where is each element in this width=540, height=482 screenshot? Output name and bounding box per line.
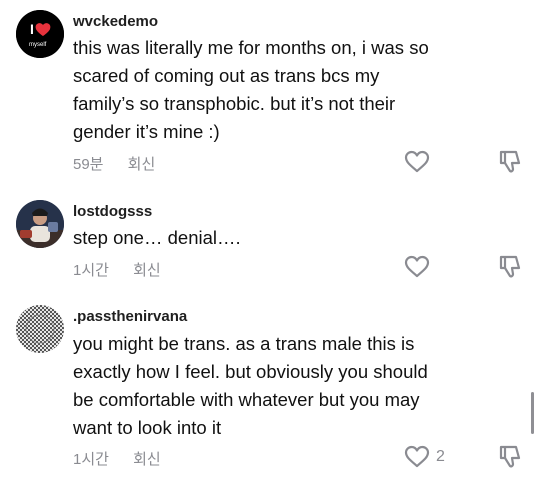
like-button[interactable]: [404, 444, 432, 470]
thumbs-down-icon: [499, 150, 521, 173]
photo-avatar: [16, 200, 64, 248]
dislike-button[interactable]: [496, 254, 522, 280]
reply-button[interactable]: 회신: [133, 259, 161, 280]
like-button[interactable]: [404, 254, 432, 280]
thumbs-down-icon: [499, 255, 521, 278]
comment-text: this was literally me for months on, i w…: [73, 37, 429, 142]
comment-username[interactable]: .passthenirvana: [73, 308, 187, 325]
comment-time: 59분: [73, 156, 104, 173]
svg-text:I: I: [30, 21, 34, 37]
comment-meta: 1시간 회신: [73, 259, 161, 280]
reply-button[interactable]: 회신: [128, 153, 156, 174]
avatar[interactable]: [16, 200, 64, 248]
dislike-button[interactable]: [496, 149, 522, 175]
avatar[interactable]: I myself: [16, 10, 64, 58]
comment-meta: 1시간 회신: [73, 448, 161, 469]
scrollbar-thumb[interactable]: [531, 392, 534, 434]
heart-outline-icon: [404, 255, 430, 278]
comment-time: 1시간: [73, 262, 109, 279]
like-button[interactable]: [404, 149, 432, 175]
heart-outline-icon: [404, 150, 430, 173]
dislike-button[interactable]: [496, 444, 522, 470]
comment-time: 1시간: [73, 451, 109, 468]
thumbs-down-icon: [499, 445, 521, 468]
reply-button[interactable]: 회신: [133, 448, 161, 469]
like-count: 2: [436, 448, 445, 465]
heart-outline-icon: [404, 445, 430, 468]
i-love-myself-logo: I myself: [16, 10, 64, 58]
pattern-avatar: [16, 305, 64, 353]
comment-text: step one… denial….: [73, 227, 241, 248]
avatar[interactable]: [16, 305, 64, 353]
svg-text:myself: myself: [29, 42, 47, 48]
comment-username[interactable]: wvckedemo: [73, 13, 158, 30]
comment-meta: 59분 회신: [73, 153, 155, 174]
comment-username[interactable]: lostdogsss: [73, 203, 152, 220]
comment-text: you might be trans. as a trans male this…: [73, 333, 428, 438]
